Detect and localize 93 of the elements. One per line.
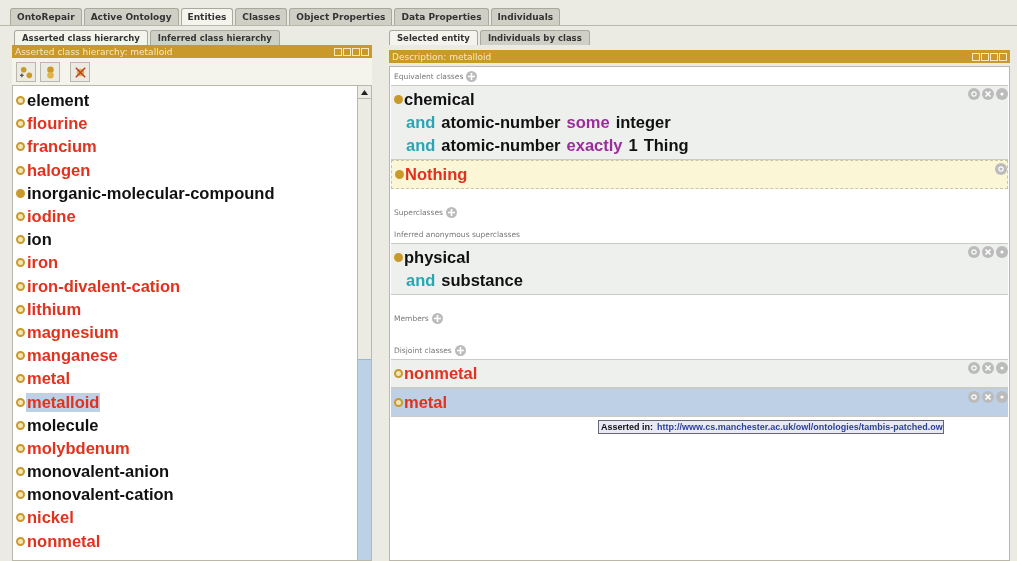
tab[interactable]: Individuals — [490, 8, 561, 25]
tab[interactable]: Selected entity — [389, 30, 478, 45]
annotate-button[interactable] — [968, 246, 980, 258]
edit-button[interactable] — [996, 246, 1008, 258]
close-icon — [984, 248, 992, 256]
delete-button[interactable] — [982, 88, 994, 100]
class-expression-row[interactable]: nonmetal — [391, 359, 1008, 388]
keyword: and — [406, 136, 436, 155]
class-name: substance — [441, 271, 523, 290]
class-tree-item[interactable]: halogen — [26, 160, 92, 180]
class-tree-item[interactable]: inorganic-molecular-compound — [26, 183, 276, 203]
class-tree-item[interactable]: monovalent-cation — [26, 485, 175, 505]
annotate-button[interactable] — [995, 163, 1007, 175]
tab[interactable]: Individuals by class — [479, 30, 590, 45]
class-name: atomic-number — [441, 136, 561, 155]
class-tree-item[interactable]: flourine — [26, 114, 89, 134]
keyword: exactly — [566, 136, 623, 155]
add-sibling-button[interactable] — [40, 62, 60, 82]
tooltip-label: Asserted in: — [601, 422, 653, 432]
class-name: Nothing — [405, 165, 468, 184]
class-expression-row[interactable]: physical and substance — [391, 243, 1008, 295]
class-name: physical — [404, 248, 471, 267]
class-tree-item[interactable]: manganese — [26, 346, 119, 366]
class-tree-item[interactable]: molybdenum — [26, 438, 131, 458]
class-expression-row[interactable]: chemical and atomic-number some integer and atomic-number exactly 1 Thing — [391, 85, 1008, 160]
class-expression-row[interactable]: Nothing — [391, 160, 1008, 189]
window-controls-icon[interactable] — [334, 47, 369, 56]
tab[interactable]: Asserted class hierarchy — [14, 30, 148, 45]
add-subclass-icon — [18, 64, 34, 80]
class-name: chemical — [404, 90, 475, 109]
annotate-button[interactable] — [968, 362, 980, 374]
close-icon — [984, 393, 992, 401]
ring-icon — [970, 248, 978, 256]
class-name: Thing — [643, 136, 689, 155]
delete-class-icon — [72, 64, 88, 80]
class-tree-item[interactable]: iodine — [26, 207, 77, 227]
delete-button[interactable] — [982, 246, 994, 258]
scroll-up-icon[interactable] — [361, 89, 368, 95]
class-tree-item[interactable]: iron — [26, 253, 60, 273]
add-button[interactable] — [454, 344, 466, 356]
class-tree-item[interactable]: ion — [26, 230, 53, 250]
keyword: some — [566, 113, 610, 132]
annotate-button[interactable] — [968, 391, 980, 403]
class-tree-item[interactable]: iron-divalent-cation — [26, 276, 182, 296]
edit-button[interactable] — [996, 88, 1008, 100]
tab[interactable]: Object Properties — [289, 8, 393, 25]
keyword: and — [406, 113, 436, 132]
panel-title: Description: metalloid — [392, 51, 492, 62]
close-icon — [984, 90, 992, 98]
tab[interactable]: Classes — [235, 8, 288, 25]
window-controls-icon[interactable] — [972, 52, 1007, 61]
tab[interactable]: Inferred class hierarchy — [149, 30, 280, 45]
delete-class-button[interactable] — [70, 62, 90, 82]
tab[interactable]: Active Ontology — [83, 8, 179, 25]
ring-icon — [970, 90, 978, 98]
class-tree-item[interactable]: nonmetal — [26, 531, 102, 551]
tab[interactable]: Data Properties — [394, 8, 489, 25]
class-tree-item[interactable]: metal — [26, 369, 72, 389]
delete-button[interactable] — [982, 362, 994, 374]
keyword: and — [406, 271, 436, 290]
dot-icon — [998, 90, 1006, 98]
class-tree-item[interactable]: magnesium — [26, 322, 120, 342]
ring-icon — [970, 393, 978, 401]
tab[interactable]: Entities — [180, 8, 234, 25]
class-tree-item[interactable]: monovalent-anion — [26, 462, 171, 482]
dot-icon — [998, 248, 1006, 256]
class-tree-item[interactable]: nickel — [26, 508, 75, 528]
ontology-link[interactable]: http://www.cs.manchester.ac.uk/owl/ontologies/tambis-patched.ow — [657, 422, 943, 432]
class-name: atomic-number — [441, 113, 561, 132]
class-name: 1 — [628, 136, 638, 155]
add-button[interactable] — [431, 312, 443, 324]
close-icon — [984, 364, 992, 372]
dot-icon — [998, 364, 1006, 372]
class-name: metal — [404, 393, 448, 412]
add-button[interactable] — [445, 206, 457, 218]
class-tree-item[interactable]: element — [26, 91, 91, 111]
delete-button[interactable] — [982, 391, 994, 403]
add-button[interactable] — [466, 70, 478, 82]
class-tree-item[interactable]: lithium — [26, 299, 83, 319]
edit-button[interactable] — [996, 362, 1008, 374]
ring-icon — [997, 165, 1005, 173]
class-tree-item[interactable]: francium — [26, 137, 98, 157]
scrollbar[interactable] — [357, 86, 371, 560]
panel-title: Asserted class hierarchy: metalloid — [15, 46, 173, 57]
class-tree-item[interactable]: molecule — [26, 415, 100, 435]
dot-icon — [998, 393, 1006, 401]
class-name: nonmetal — [404, 364, 478, 383]
add-subclass-button[interactable] — [16, 62, 36, 82]
ring-icon — [970, 364, 978, 372]
annotate-button[interactable] — [968, 88, 980, 100]
class-name: integer — [615, 113, 671, 132]
tab[interactable]: OntoRepair — [10, 8, 82, 25]
edit-button[interactable] — [996, 391, 1008, 403]
